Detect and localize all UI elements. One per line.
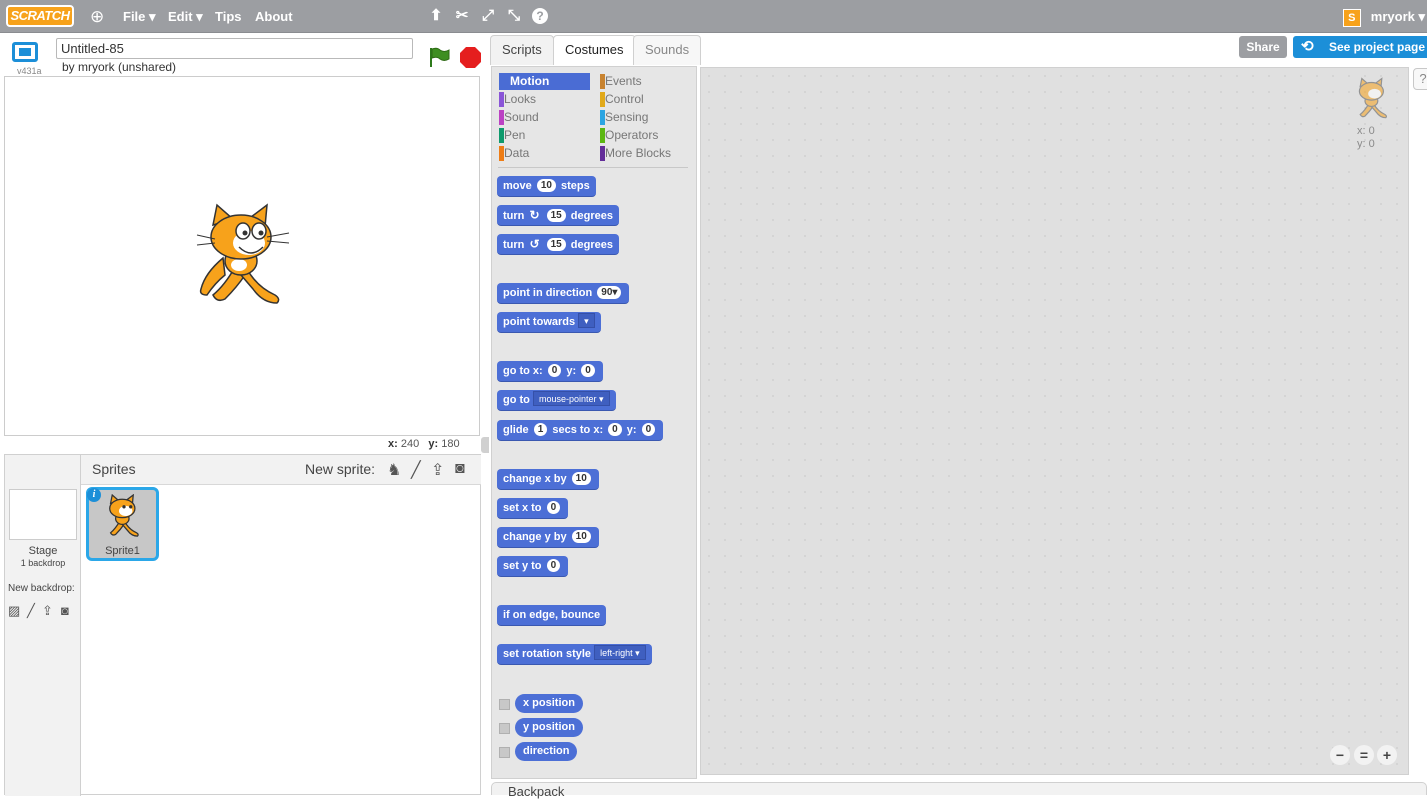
menu-file[interactable]: File ▾ [123,0,156,33]
block-palette: Motion Events Looks Control Sound Sensin… [491,66,697,779]
upload-sprite-icon[interactable]: ⇪ [431,460,444,480]
sprite-library-icon[interactable]: ♞ [387,460,401,480]
info-icon[interactable]: i [87,488,101,502]
rotate-right-icon: ↻ [529,208,540,222]
block-glide[interactable]: glide 1 secs to x: 0 y: 0 [497,420,664,441]
scratch-logo[interactable]: SCRATCH [6,5,74,27]
category-events[interactable]: Events [600,73,642,90]
shrink-icon[interactable]: ⤡ [506,8,522,24]
switch-icon: ⟲ [1301,38,1314,55]
block-turn-right[interactable]: turn ↻ 15 degrees [497,205,619,226]
block-set-y[interactable]: set y to 0 [497,556,569,577]
stage-backdrop-count: 1 backdrop [20,558,66,568]
x-position-checkbox[interactable] [499,699,510,710]
category-sensing[interactable]: Sensing [600,109,648,126]
direction-checkbox[interactable] [499,747,510,758]
globe-icon[interactable]: ⊕ [90,0,104,33]
help-icon[interactable]: ? [532,8,548,24]
project-byline: by mryork (unshared) [62,60,177,74]
block-change-y[interactable]: change y by 10 [497,527,599,548]
stage-column: Stage 1 backdrop New backdrop: ▨ ╱ ⇪ ◙ [5,455,81,796]
backdrop-library-icon[interactable]: ▨ [8,603,20,619]
camera-sprite-icon[interactable]: ◙ [455,460,465,478]
cut-icon[interactable]: ✂ [454,8,470,24]
rotate-left-icon: ↺ [529,237,540,251]
help-tab-icon[interactable]: ? [1413,68,1427,90]
sprites-title: Sprites [92,461,136,477]
menu-tips[interactable]: Tips [215,0,242,33]
block-set-x[interactable]: set x to 0 [497,498,569,519]
new-backdrop-label: New backdrop: [8,583,75,594]
paint-sprite-icon[interactable]: ╱ [411,460,421,480]
category-data[interactable]: Data [499,145,529,162]
sprite-name: Sprite1 [105,545,140,557]
sprites-header: Sprites New sprite: ♞ ╱ ⇪ ◙ [81,455,481,485]
block-change-x[interactable]: change x by 10 [497,469,599,490]
menu-about[interactable]: About [255,0,293,33]
category-looks[interactable]: Looks [499,91,536,108]
duplicate-icon[interactable]: ⬆ [428,8,444,24]
reporter-x-position[interactable]: x position [515,694,583,713]
camera-backdrop-icon[interactable]: ◙ [61,603,69,618]
tab-sounds[interactable]: Sounds [633,35,702,65]
block-go-to[interactable]: go to mouse-pointer ▾ [497,390,616,411]
cat-sprite[interactable] [195,203,295,307]
block-turn-left[interactable]: turn ↺ 15 degrees [497,234,619,255]
version-label: v431a [17,66,42,76]
upload-backdrop-icon[interactable]: ⇪ [42,603,53,619]
block-point-in-direction[interactable]: point in direction 90▾ [497,283,630,304]
stage-mouse-coords: x: 240 y: 180 [388,438,460,450]
stage-canvas[interactable] [4,76,480,436]
script-area[interactable] [700,67,1409,775]
avatar: S [1342,8,1361,27]
tab-scripts[interactable]: Scripts [490,35,554,65]
zoom-in-icon[interactable]: + [1377,745,1397,765]
tab-costumes[interactable]: Costumes [553,35,636,65]
zoom-out-icon[interactable]: − [1330,745,1350,765]
category-operators[interactable]: Operators [600,127,658,144]
cat-thumbnail-icon [109,494,139,537]
y-position-checkbox[interactable] [499,723,510,734]
palette-divider [498,167,688,168]
current-sprite-icon [1358,77,1388,119]
menu-bar: SCRATCH ⊕ File ▾ Edit ▾ Tips About ⬆ ✂ ⤢… [0,0,1427,33]
reporter-y-position[interactable]: y position [515,718,583,737]
sprite-pane: Stage 1 backdrop New backdrop: ▨ ╱ ⇪ ◙ S… [4,454,481,796]
paint-backdrop-icon[interactable]: ╱ [27,603,35,619]
presentation-mode-icon[interactable] [12,42,38,62]
backpack-panel[interactable]: Backpack [491,782,1427,799]
sprite-x-readout: x: 0 [1357,125,1375,137]
new-sprite-label: New sprite: [305,461,376,477]
reporter-direction[interactable]: direction [515,742,578,761]
sprite-thumbnail-sprite1[interactable]: i Sprite1 [86,487,159,561]
see-project-page-button[interactable]: ⟲ See project page [1293,36,1427,58]
stage-collapse-handle[interactable] [481,437,489,453]
stop-icon[interactable] [460,47,481,68]
sprite-y-readout: y: 0 [1357,138,1375,150]
grow-icon[interactable]: ⤢ [480,8,496,24]
category-sound[interactable]: Sound [499,109,539,126]
block-point-towards[interactable]: point towards ▾ [497,312,601,333]
share-button[interactable]: Share [1239,36,1287,58]
zoom-reset-icon[interactable]: = [1354,745,1374,765]
stage-thumbnail[interactable] [9,489,77,540]
block-if-on-edge-bounce[interactable]: if on edge, bounce [497,605,607,626]
menu-edit[interactable]: Edit ▾ [168,0,203,33]
block-set-rotation-style[interactable]: set rotation style left-right ▾ [497,644,652,665]
stage-label: Stage [28,545,58,557]
block-go-to-xy[interactable]: go to x: 0 y: 0 [497,361,603,382]
dropdown-arrow-icon: ▾ [578,313,595,328]
block-move-steps[interactable]: move 10 steps [497,176,596,197]
category-pen[interactable]: Pen [499,127,525,144]
backpack-label: Backpack [508,784,565,799]
project-title-input[interactable] [56,38,413,59]
green-flag-icon[interactable] [428,46,450,68]
category-control[interactable]: Control [600,91,644,108]
category-more-blocks[interactable]: More Blocks [600,145,671,162]
user-menu[interactable]: Smryork ▾ [1342,0,1427,33]
stage-header: v431a by mryork (unshared) [4,36,482,76]
category-motion[interactable]: Motion [499,73,590,90]
